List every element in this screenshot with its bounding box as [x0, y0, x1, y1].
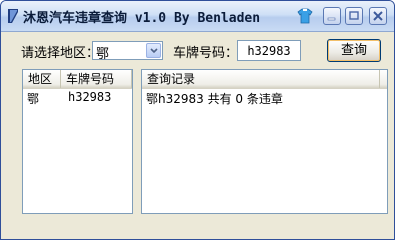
- maximize-icon: [349, 11, 359, 20]
- query-record-header: 查询记录: [142, 70, 387, 89]
- region-select[interactable]: 鄂: [92, 41, 163, 62]
- shirt-icon: [297, 8, 313, 24]
- plate-input[interactable]: h32983: [237, 40, 301, 61]
- plate-label: 车牌号码：: [173, 46, 239, 61]
- row-region: 鄂: [27, 92, 40, 106]
- close-button[interactable]: [369, 7, 387, 25]
- window-title: 沐恩汽车违章查询 v1.0 By Benladen: [23, 11, 261, 26]
- row-plate: h32983: [68, 90, 112, 104]
- title-bar[interactable]: 沐恩汽车违章查询 v1.0 By Benladen: [1, 1, 394, 32]
- minimize-icon: [327, 17, 336, 21]
- query-button[interactable]: 查询: [327, 39, 381, 62]
- chevron-down-icon: [150, 48, 158, 54]
- column-header-plate[interactable]: 车牌号码: [61, 70, 132, 88]
- column-header-query-record[interactable]: 查询记录: [142, 70, 380, 88]
- region-select-value: 鄂: [96, 47, 110, 62]
- vehicle-list-header: 地区 车牌号码: [23, 70, 132, 89]
- app-icon: [8, 9, 18, 23]
- query-record-list[interactable]: 查询记录 鄂h32983 共有 0 条违章: [141, 69, 388, 214]
- maximize-button[interactable]: [345, 7, 363, 25]
- app-window: 沐恩汽车违章查询 v1.0 By Benladen 请选择地区： 鄂 车牌号码：…: [0, 0, 395, 240]
- dropdown-button[interactable]: [146, 43, 161, 58]
- close-icon: [373, 11, 383, 21]
- region-label: 请选择地区：: [21, 46, 100, 61]
- vehicle-list[interactable]: 地区 车牌号码 鄂 h32983: [22, 69, 133, 214]
- column-header-region[interactable]: 地区: [23, 70, 61, 88]
- minimize-button[interactable]: [323, 7, 341, 25]
- record-text: 鄂h32983 共有 0 条违章: [146, 92, 283, 106]
